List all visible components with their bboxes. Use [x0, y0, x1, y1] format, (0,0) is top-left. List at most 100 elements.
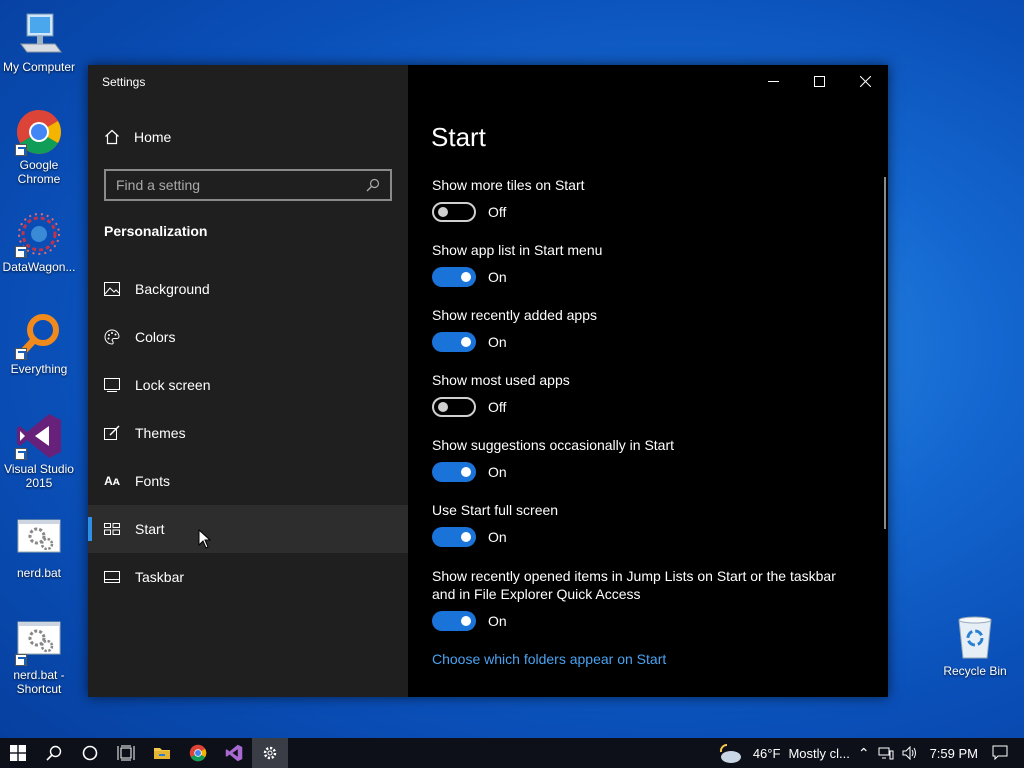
nav-item-colors[interactable]: Colors — [88, 313, 408, 361]
setting-app-list: Show app list in Start menu On — [432, 241, 872, 287]
desktop-icon-label: DataWagon... — [2, 260, 76, 274]
weather-text[interactable]: Mostly cl... — [788, 746, 849, 761]
desktop-icon-visual-studio[interactable]: Visual Studio 2015 — [1, 412, 77, 490]
chrome-icon — [15, 108, 63, 156]
toggle-state: On — [488, 529, 507, 545]
desktop-icon-nerd-bat[interactable]: nerd.bat — [1, 516, 77, 580]
toggle-knob — [461, 272, 471, 282]
shortcut-arrow-icon — [15, 348, 27, 360]
toggle-switch[interactable] — [432, 267, 476, 287]
nav-item-background[interactable]: Background — [88, 265, 408, 313]
desktop-icon-nerd-bat-shortcut[interactable]: nerd.bat - Shortcut — [1, 618, 77, 696]
system-tray: 46°F Mostly cl... ⌃ 7:59 PM — [717, 738, 1024, 768]
weather-temp[interactable]: 46°F — [753, 746, 781, 761]
desktop-icon-datawagon[interactable]: DataWagon... — [1, 210, 77, 274]
choose-folders-link[interactable]: Choose which folders appear on Start — [432, 651, 666, 667]
windows-logo-icon — [10, 745, 26, 761]
setting-recently-added: Show recently added apps On — [432, 306, 872, 352]
nav-item-fonts[interactable]: Aᴀ Fonts — [88, 457, 408, 505]
desktop-icon-label: Recycle Bin — [943, 664, 1007, 678]
window-title: Settings — [102, 75, 146, 89]
toggle-switch[interactable] — [432, 527, 476, 547]
toggle-knob — [461, 532, 471, 542]
palette-icon — [104, 329, 120, 345]
task-view-button[interactable] — [108, 738, 144, 768]
computer-icon — [15, 10, 63, 58]
toggle-switch[interactable] — [432, 332, 476, 352]
setting-label: Show more tiles on Start — [432, 177, 585, 193]
setting-label: Show recently opened items in Jump Lists… — [432, 568, 836, 602]
toggle-switch[interactable] — [432, 397, 476, 417]
weather-icon[interactable] — [717, 742, 743, 764]
shortcut-arrow-icon — [15, 448, 27, 460]
home-label: Home — [134, 129, 172, 145]
toggle-knob — [461, 616, 471, 626]
lock-screen-icon — [104, 377, 120, 393]
shortcut-arrow-icon — [15, 144, 27, 156]
toggle-state: Off — [488, 399, 507, 415]
nav-item-label: Lock screen — [135, 377, 211, 393]
nav-item-label: Colors — [135, 329, 176, 345]
clock[interactable]: 7:59 PM — [930, 746, 978, 761]
nav-item-label: Fonts — [135, 473, 171, 489]
home-icon — [105, 129, 119, 145]
desktop-icon-recycle-bin[interactable]: Recycle Bin — [937, 614, 1013, 678]
desktop-icon-everything[interactable]: Everything — [1, 312, 77, 376]
visual-studio-taskbar-button[interactable] — [216, 738, 252, 768]
toggle-knob — [438, 207, 448, 217]
chrome-taskbar-button[interactable] — [180, 738, 216, 768]
setting-suggestions: Show suggestions occasionally in Start O… — [432, 436, 872, 482]
search-input[interactable] — [116, 177, 366, 193]
setting-more-tiles: Show more tiles on Start Off — [432, 176, 872, 222]
toggle-state: On — [488, 269, 507, 285]
toggle-state: On — [488, 334, 507, 350]
chrome-icon — [189, 744, 207, 762]
search-icon — [46, 745, 62, 761]
nav-item-start[interactable]: Start — [88, 505, 408, 553]
visual-studio-icon — [225, 744, 243, 762]
taskbar-icon — [104, 569, 120, 585]
cortana-button[interactable] — [72, 738, 108, 768]
mouse-cursor-icon — [198, 529, 212, 549]
toggle-switch[interactable] — [432, 462, 476, 482]
batch-file-icon — [15, 516, 63, 564]
desktop-icon-label: My Computer — [2, 60, 76, 74]
settings-sidebar: Settings Home Personalization Background — [88, 65, 408, 697]
nav-item-label: Background — [135, 281, 210, 297]
setting-label: Show recently added apps — [432, 307, 597, 323]
setting-label: Show app list in Start menu — [432, 242, 603, 258]
network-icon[interactable] — [878, 746, 894, 760]
home-button[interactable]: Home — [104, 129, 171, 145]
chevron-up-icon[interactable]: ⌃ — [858, 745, 870, 762]
toggle-state: Off — [488, 204, 507, 220]
desktop-icon-label: nerd.bat — [16, 566, 62, 580]
toggle-switch[interactable] — [432, 611, 476, 631]
volume-icon[interactable] — [902, 746, 918, 760]
toggle-switch[interactable] — [432, 202, 476, 222]
nav-item-label: Taskbar — [135, 569, 185, 585]
nav-item-themes[interactable]: Themes — [88, 409, 408, 457]
search-button[interactable] — [36, 738, 72, 768]
magnifier-icon — [15, 312, 63, 360]
file-explorer-button[interactable] — [144, 738, 180, 768]
nav-item-label: Start — [135, 521, 165, 537]
task-view-icon — [117, 745, 135, 761]
toggle-knob — [438, 402, 448, 412]
shortcut-arrow-icon — [15, 246, 27, 258]
nav-item-lock-screen[interactable]: Lock screen — [88, 361, 408, 409]
settings-taskbar-button[interactable] — [252, 738, 288, 768]
taskbar: 46°F Mostly cl... ⌃ 7:59 PM — [0, 738, 1024, 768]
search-icon[interactable] — [366, 178, 380, 192]
desktop-icon-my-computer[interactable]: My Computer — [1, 10, 77, 74]
nav-item-taskbar[interactable]: Taskbar — [88, 553, 408, 601]
shortcut-arrow-icon — [15, 654, 27, 666]
gear-icon — [263, 746, 277, 760]
desktop-icon-chrome[interactable]: Google Chrome — [1, 108, 77, 186]
search-box[interactable] — [104, 169, 392, 201]
action-center-icon[interactable] — [992, 745, 1008, 761]
recycle-bin-icon — [951, 614, 999, 662]
scrollbar[interactable] — [884, 177, 886, 529]
page-title: Start — [431, 122, 486, 152]
start-button[interactable] — [0, 738, 36, 768]
toggle-state: On — [488, 464, 507, 480]
